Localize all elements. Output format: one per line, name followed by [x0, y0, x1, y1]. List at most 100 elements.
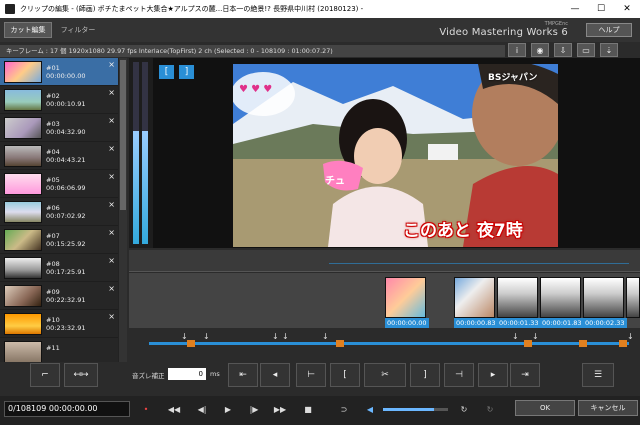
audio-icon[interactable]: ◉	[531, 43, 549, 57]
clip-thumbnail	[4, 257, 42, 279]
list-item[interactable]: #11	[0, 338, 118, 362]
close-icon[interactable]: ×	[108, 228, 115, 237]
info-icon[interactable]: i	[508, 43, 526, 57]
close-button[interactable]: ✕	[614, 4, 640, 14]
close-icon[interactable]: ×	[108, 284, 115, 293]
keyframe-marker[interactable]	[187, 340, 195, 347]
close-icon[interactable]: ×	[108, 144, 115, 153]
step-back-icon[interactable]: ◂	[260, 363, 290, 387]
clip-thumbnail	[4, 285, 42, 307]
go-start-icon[interactable]: ⌐	[30, 363, 60, 387]
cut-icon[interactable]: ✂	[364, 363, 406, 387]
keyframe-marker[interactable]	[336, 340, 344, 347]
timeline-track[interactable]: 00:00:00.00 00:00:00.83 00:00:01.33 00:0…	[129, 273, 640, 328]
close-icon[interactable]: ×	[108, 172, 115, 181]
next-keyframe-icon[interactable]: ⇥	[510, 363, 540, 387]
timeline-position-bar[interactable]	[149, 342, 629, 345]
brand-name: Video Mastering Works 6	[439, 27, 568, 38]
mark-start-icon[interactable]: [	[330, 363, 360, 387]
list-item[interactable]: #10 00:23:32.91 ×	[0, 310, 118, 338]
help-button[interactable]: ヘルプ	[586, 23, 632, 37]
step-back-frame-icon[interactable]: ◀|	[194, 402, 210, 416]
keyframe-marker[interactable]	[524, 340, 532, 347]
clip-thumbnail	[4, 201, 42, 223]
list-icon[interactable]: ☰	[582, 363, 614, 387]
tab-cut-edit[interactable]: カット編集	[4, 22, 52, 38]
timeline-frame	[583, 277, 624, 318]
step-forward-icon[interactable]: ▸	[478, 363, 508, 387]
set-end-icon[interactable]: ⊣	[444, 363, 474, 387]
step-forward-frame-icon[interactable]: |▶	[246, 402, 262, 416]
volume-icon[interactable]: ◀	[362, 402, 378, 416]
timeline-timecode: 00:00:01.33	[497, 318, 541, 328]
fast-forward-icon[interactable]: ▶▶	[272, 402, 288, 416]
close-icon[interactable]: ×	[108, 116, 115, 125]
mark-out-icon[interactable]: ]	[179, 65, 194, 79]
list-item[interactable]: #02 00:00:10.91 ×	[0, 86, 118, 114]
fit-timeline-icon[interactable]: ↤↦	[64, 363, 98, 387]
screen-icon[interactable]: ▭	[577, 43, 595, 57]
tool-icon[interactable]: ⇣	[600, 43, 618, 57]
export-icon[interactable]: ⇩	[554, 43, 572, 57]
timeline-timecode: 00:00:01.83	[540, 318, 584, 328]
tab-filter[interactable]: フィルター	[58, 22, 98, 38]
list-item[interactable]: #09 00:22:32.91 ×	[0, 282, 118, 310]
preview-viewer: [ ] ♥ ♥ ♥ チュ BSジャパン このあと 夜7時	[153, 58, 640, 248]
refresh-icon[interactable]: ↻	[456, 402, 472, 416]
volume-slider[interactable]	[383, 408, 448, 411]
record-icon[interactable]: •	[138, 402, 154, 416]
clip-time: 00:07:02.92	[46, 212, 86, 220]
timeline-timecode: 00:00:02.33	[583, 318, 627, 328]
brand-logo: TMPGEnc Video Mastering Works 6	[439, 21, 568, 38]
redo-icon[interactable]: ↻	[482, 402, 498, 416]
timeline-frame	[497, 277, 538, 318]
timeline: 00:00:00.00 00:00:00.83 00:00:01.33 00:0…	[129, 250, 640, 360]
prev-keyframe-icon[interactable]: ⇤	[228, 363, 258, 387]
mark-end-icon[interactable]: ]	[410, 363, 440, 387]
timeline-timecode: 00:00:00.00	[385, 318, 429, 328]
timeline-timecode: 00:00:00.83	[454, 318, 498, 328]
close-icon[interactable]: ×	[108, 256, 115, 265]
keyframe-marker[interactable]	[619, 340, 627, 347]
rewind-icon[interactable]: ◀◀	[166, 402, 182, 416]
offset-input[interactable]: 0	[168, 368, 206, 380]
edit-controls: ⌐ ↤↦ 音ズレ補正 0 ms ⇤ ◂ ⊢ [ ✂ ] ⊣ ▸ ⇥ ☰	[0, 363, 640, 387]
clip-thumbnail	[4, 173, 42, 195]
channel-logo: BSジャパン	[488, 73, 538, 83]
clip-list-scrollbar[interactable]	[118, 58, 127, 362]
list-item[interactable]: #08 00:17:25.91 ×	[0, 254, 118, 282]
close-icon[interactable]: ×	[108, 200, 115, 209]
clip-thumbnail	[4, 341, 42, 362]
minimize-button[interactable]: —	[562, 4, 588, 14]
ok-button[interactable]: OK	[515, 400, 575, 416]
list-item[interactable]: #06 00:07:02.92 ×	[0, 198, 118, 226]
play-icon[interactable]: ▶	[220, 402, 236, 416]
keyframe-marker[interactable]	[579, 340, 587, 347]
list-item[interactable]: #07 00:15:25.92 ×	[0, 226, 118, 254]
close-icon[interactable]: ×	[108, 88, 115, 97]
clip-thumbnail	[4, 117, 42, 139]
clip-number: #05	[46, 176, 60, 184]
close-icon[interactable]: ×	[108, 60, 115, 69]
clip-time: 00:22:32.91	[46, 296, 86, 304]
list-item[interactable]: #01 00:00:00.00 ×	[0, 58, 118, 86]
list-item[interactable]: #03 00:04:32.90 ×	[0, 114, 118, 142]
audio-meters	[129, 58, 153, 248]
clip-time: 00:00:10.91	[46, 100, 86, 108]
clip-time: 00:15:25.92	[46, 240, 86, 248]
clip-thumbnail	[4, 313, 42, 335]
cancel-button[interactable]: キャンセル	[578, 400, 638, 416]
cut-arrow-icon: ↓	[181, 332, 188, 341]
close-icon[interactable]: ×	[108, 312, 115, 321]
list-item[interactable]: #04 00:04:43.21 ×	[0, 142, 118, 170]
stop-icon[interactable]: ■	[300, 402, 316, 416]
loop-icon[interactable]: ⊃	[336, 402, 352, 416]
list-item[interactable]: #05 00:06:06.99 ×	[0, 170, 118, 198]
top-bar: カット編集 フィルター TMPGEnc Video Mastering Work…	[0, 18, 640, 42]
timeline-ruler[interactable]	[129, 250, 640, 272]
timecode-display[interactable]: 0/108109 00:00:00.00	[4, 401, 130, 417]
set-start-icon[interactable]: ⊢	[296, 363, 326, 387]
scrollbar-thumb[interactable]	[120, 60, 126, 210]
maximize-button[interactable]: ☐	[588, 4, 614, 14]
mark-in-icon[interactable]: [	[159, 65, 174, 79]
